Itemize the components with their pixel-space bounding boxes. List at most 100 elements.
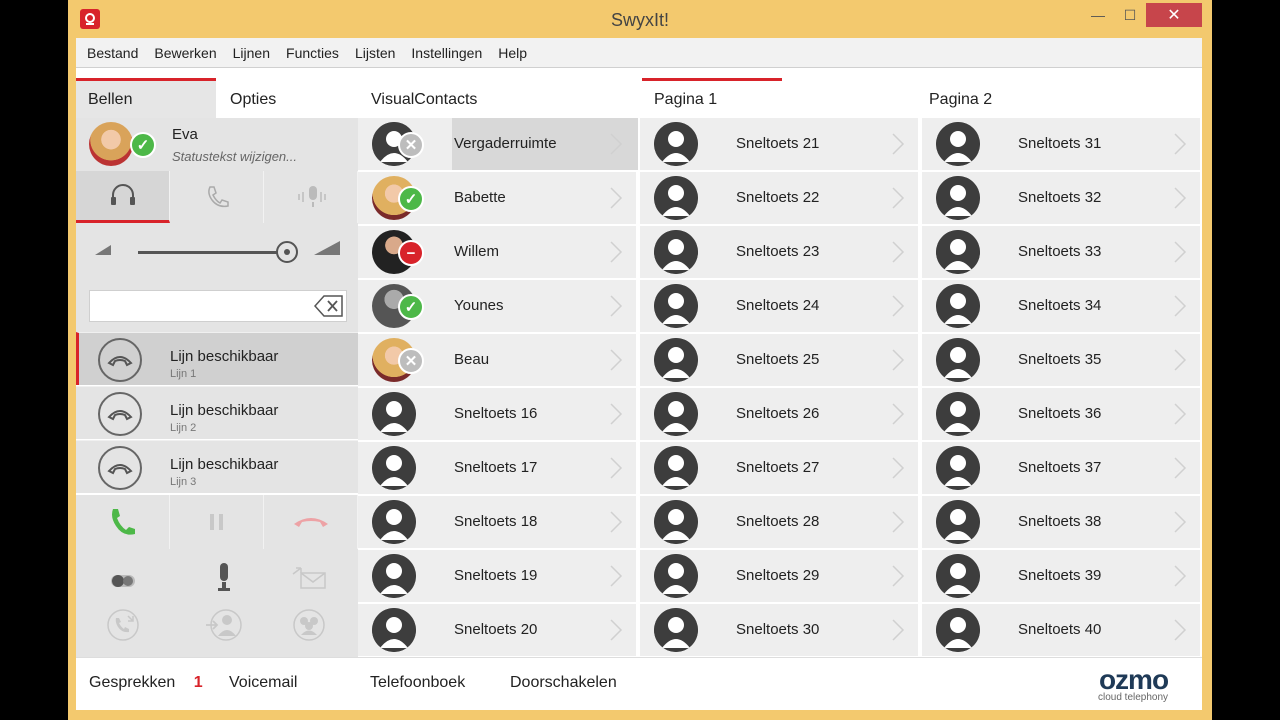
microphone-button[interactable] [204, 559, 244, 595]
menu-instellingen[interactable]: Instellingen [403, 45, 490, 61]
speed-dial-button[interactable]: Sneltoets 28 [640, 496, 920, 550]
speed-dial-button[interactable]: ✓ Younes [358, 280, 638, 334]
speed-dial-button[interactable]: Sneltoets 29 [640, 550, 920, 604]
callback-button[interactable] [103, 607, 143, 643]
speed-dial-page-2: Sneltoets 31 Sneltoets 32 Sneltoets 33 Snel… [922, 118, 1202, 658]
swyxit-window: SwyxIt! — ☐ ✕ Bestand Bewerken Lijnen Fu… [68, 0, 1212, 720]
speed-dial-button[interactable]: Sneltoets 35 [922, 334, 1202, 388]
tab-pagina-1[interactable]: Pagina 1 [642, 78, 782, 118]
transfer-icon [206, 609, 242, 641]
speaker-button[interactable] [264, 171, 358, 223]
line-2[interactable]: Lijn beschikbaar Lijn 2 [76, 386, 358, 439]
chevron-right-icon [1174, 565, 1187, 587]
chevron-right-icon [1174, 133, 1187, 155]
voicemail-forward-button[interactable] [289, 559, 329, 595]
speed-dial-label: Sneltoets 39 [1018, 567, 1102, 584]
speed-dial-button[interactable]: Sneltoets 24 [640, 280, 920, 334]
record-button[interactable] [103, 563, 143, 599]
speed-dial-button[interactable]: Sneltoets 16 [358, 388, 638, 442]
menu-lijsten[interactable]: Lijsten [347, 45, 403, 61]
speed-dial-label: Sneltoets 35 [1018, 351, 1102, 368]
window-title: SwyxIt! [610, 10, 669, 30]
speed-dial-label: Sneltoets 30 [736, 621, 820, 638]
speed-dial-button[interactable]: Sneltoets 21 [640, 118, 920, 172]
tab-bellen[interactable]: Bellen [76, 78, 216, 118]
line-name: Lijn 1 [170, 368, 197, 380]
speed-dial-button[interactable]: Sneltoets 40 [922, 604, 1202, 658]
speed-dial-button[interactable]: Sneltoets 34 [922, 280, 1202, 334]
speed-dial-button[interactable]: Sneltoets 22 [640, 172, 920, 226]
menu-bestand[interactable]: Bestand [79, 45, 146, 61]
speed-dial-button[interactable]: ✓ Babette [358, 172, 638, 226]
speed-dial-label: Vergaderruimte [454, 135, 557, 152]
headset-button[interactable] [76, 171, 170, 223]
volume-slider-track[interactable] [138, 251, 286, 254]
volume-slider-handle[interactable] [276, 241, 298, 263]
menu-lijnen[interactable]: Lijnen [225, 45, 278, 61]
speed-dial-button[interactable]: − Willem [358, 226, 638, 280]
speed-dial-button[interactable]: Sneltoets 39 [922, 550, 1202, 604]
speed-dial-button[interactable]: Sneltoets 38 [922, 496, 1202, 550]
speed-dial-button[interactable]: Sneltoets 23 [640, 226, 920, 280]
tab-telefoonboek[interactable]: Telefoonboek [370, 674, 465, 692]
pickup-button[interactable] [76, 495, 170, 549]
toggle-icon [111, 575, 135, 587]
speed-dial-button[interactable]: Sneltoets 32 [922, 172, 1202, 226]
maximize-button[interactable]: ☐ [1110, 3, 1150, 27]
line-1[interactable]: Lijn beschikbaar Lijn 1 [76, 332, 358, 385]
dial-input[interactable] [89, 290, 347, 322]
ozmo-logo: ozmo cloud telephony [1098, 664, 1169, 704]
line-3[interactable]: Lijn beschikbaar Lijn 3 [76, 440, 358, 493]
contact-silhouette-icon [372, 392, 416, 436]
user-status-row[interactable]: ✓ Eva Statustekst wijzigen... [76, 118, 358, 171]
online-status-icon: ✓ [398, 294, 424, 320]
menu-functies[interactable]: Functies [278, 45, 347, 61]
status-text-link[interactable]: Statustekst wijzigen... [172, 149, 297, 164]
speed-dial-button[interactable]: Sneltoets 17 [358, 442, 638, 496]
backspace-icon[interactable] [314, 294, 344, 318]
speed-dial-label: Sneltoets 18 [454, 513, 538, 530]
close-button[interactable]: ✕ [1146, 3, 1202, 27]
contact-silhouette-icon [654, 122, 698, 166]
speed-dial-button[interactable]: Sneltoets 33 [922, 226, 1202, 280]
tab-voicemail[interactable]: Voicemail [229, 674, 297, 692]
tab-gesprekken[interactable]: Gesprekken 1 [89, 674, 203, 692]
menu-help[interactable]: Help [490, 45, 535, 61]
speed-dial-label: Younes [454, 297, 504, 314]
contact-silhouette-icon [936, 230, 980, 274]
contact-silhouette-icon [936, 176, 980, 220]
speed-dial-button[interactable]: Sneltoets 19 [358, 550, 638, 604]
conference-icon [293, 609, 325, 641]
feature-buttons [76, 549, 358, 657]
speed-dial-button[interactable]: ✕ Beau [358, 334, 638, 388]
handset-hungup-icon [98, 446, 142, 490]
speed-dial-button[interactable]: ✕ Vergaderruimte [358, 118, 638, 172]
user-avatar [89, 122, 133, 166]
contact-silhouette-icon [936, 284, 980, 328]
speed-dial-label: Sneltoets 31 [1018, 135, 1102, 152]
chevron-right-icon [892, 295, 905, 317]
hangup-button[interactable] [264, 495, 358, 549]
speed-dial-button[interactable]: Sneltoets 31 [922, 118, 1202, 172]
tab-opties[interactable]: Opties [218, 78, 358, 118]
speed-dial-button[interactable]: Sneltoets 20 [358, 604, 638, 658]
speed-dial-button[interactable]: Sneltoets 26 [640, 388, 920, 442]
chevron-right-icon [610, 457, 623, 479]
speed-dial-label: Willem [454, 243, 499, 260]
hold-button[interactable] [170, 495, 264, 549]
speed-dial-button[interactable]: Sneltoets 18 [358, 496, 638, 550]
conference-button[interactable] [289, 607, 329, 643]
speed-dial-button[interactable]: Sneltoets 30 [640, 604, 920, 658]
speed-dial-button[interactable]: Sneltoets 36 [922, 388, 1202, 442]
menu-bewerken[interactable]: Bewerken [146, 45, 224, 61]
speed-dial-button[interactable]: Sneltoets 27 [640, 442, 920, 496]
chevron-right-icon [610, 511, 623, 533]
speed-dial-button[interactable]: Sneltoets 37 [922, 442, 1202, 496]
tab-pagina-2[interactable]: Pagina 2 [917, 78, 1057, 118]
chevron-right-icon [1174, 295, 1187, 317]
contact-silhouette-icon [654, 338, 698, 382]
speed-dial-button[interactable]: Sneltoets 25 [640, 334, 920, 388]
handset-button[interactable] [170, 171, 264, 223]
transfer-button[interactable] [204, 607, 244, 643]
tab-doorschakelen[interactable]: Doorschakelen [510, 674, 617, 692]
